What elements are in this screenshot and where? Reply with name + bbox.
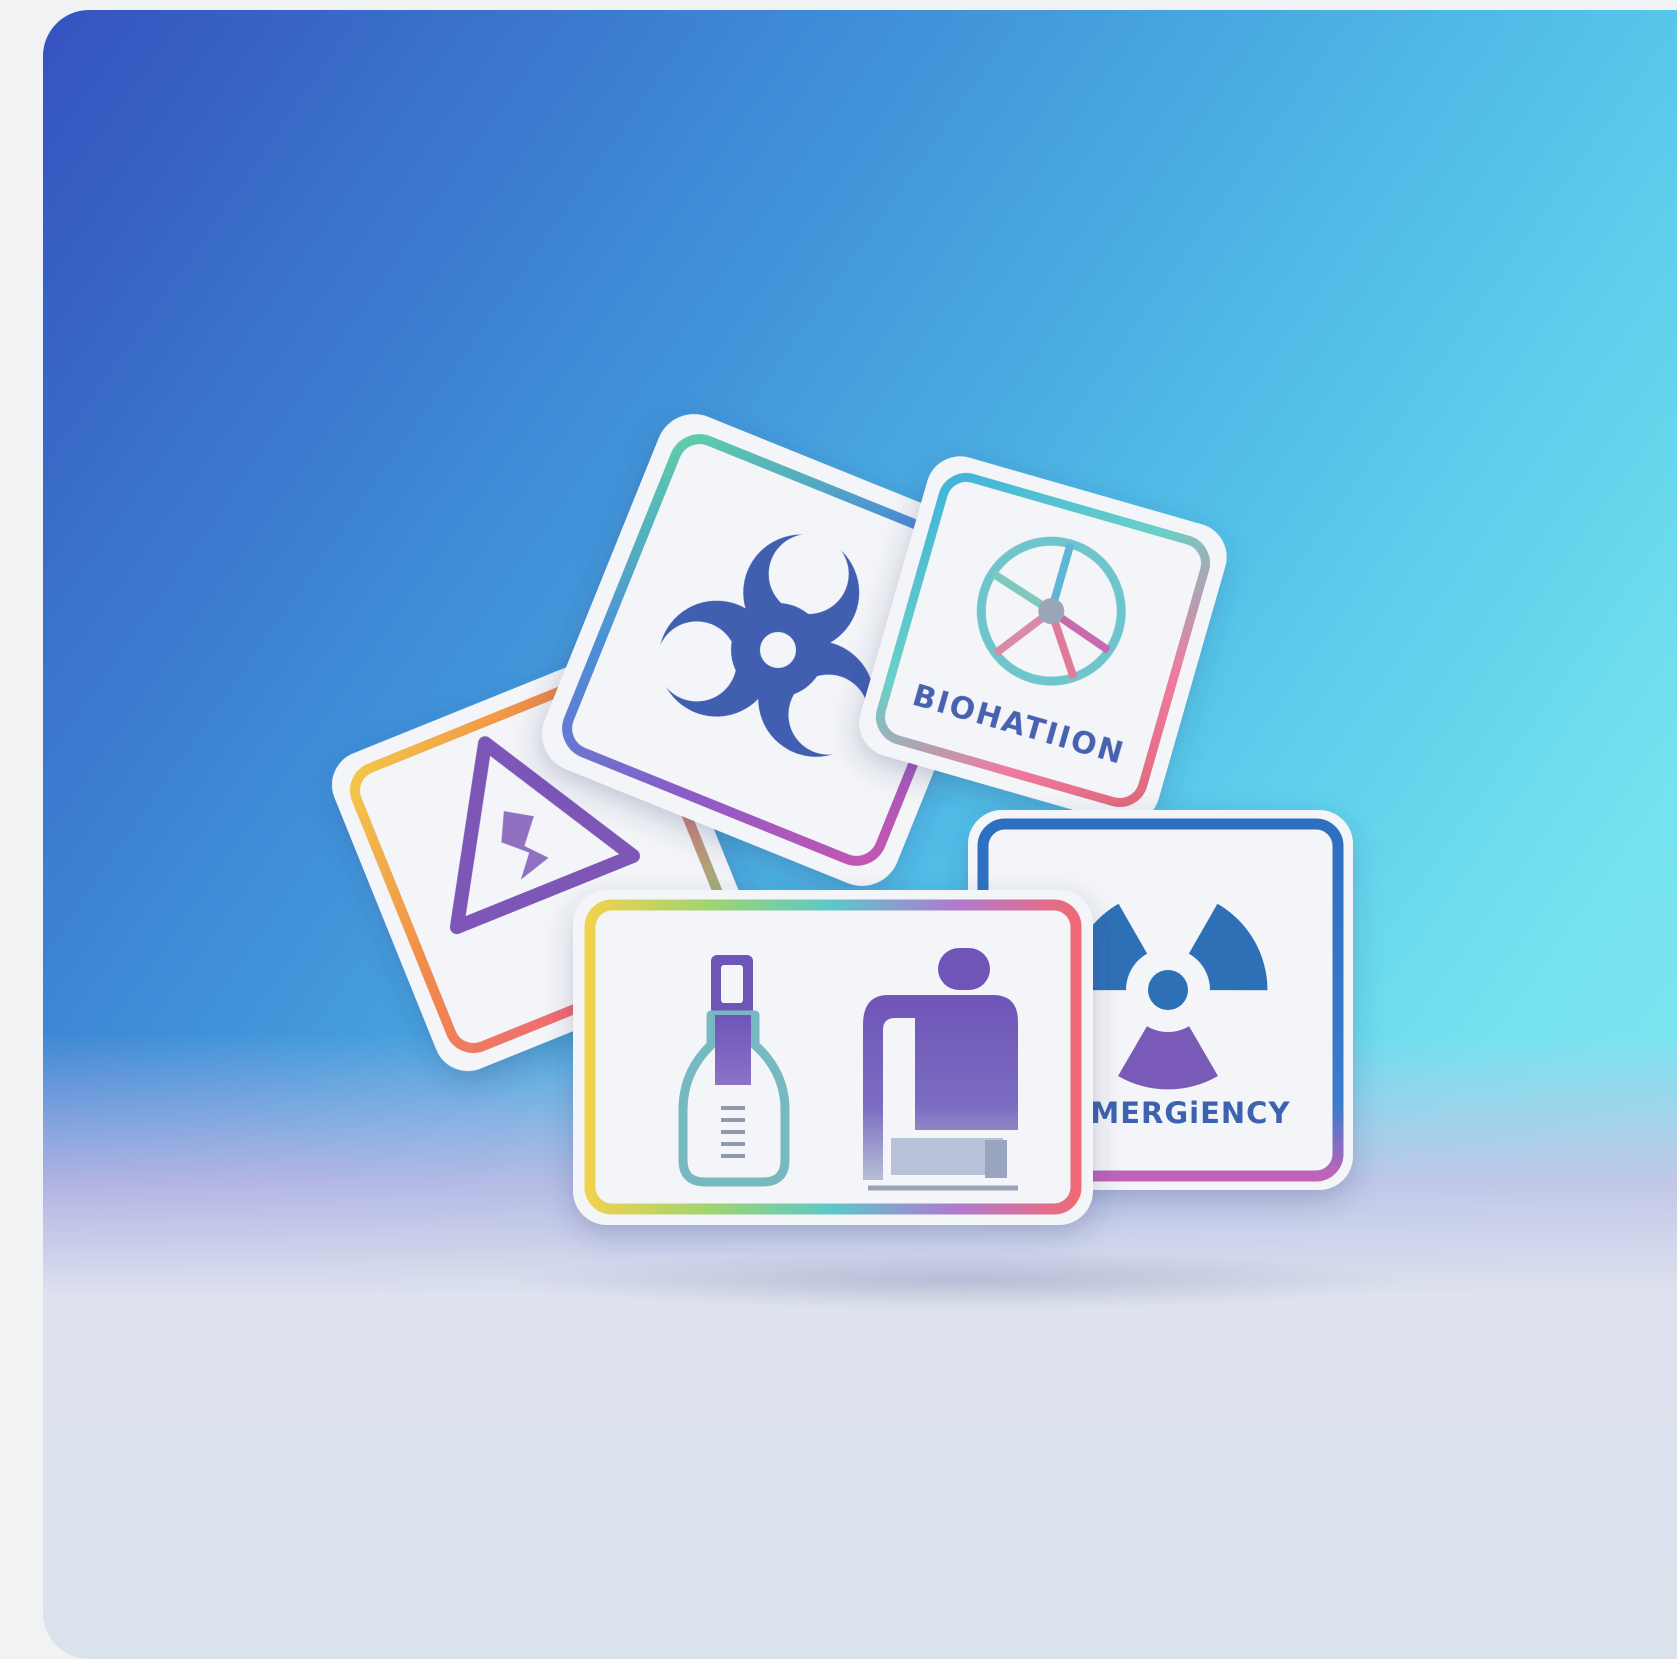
ppe-sign [573, 890, 1093, 1225]
emergency-label: EMERGiENCY [1070, 1096, 1291, 1130]
signs-scene: D [331, 414, 1353, 1225]
image-card: D [43, 10, 1677, 1659]
